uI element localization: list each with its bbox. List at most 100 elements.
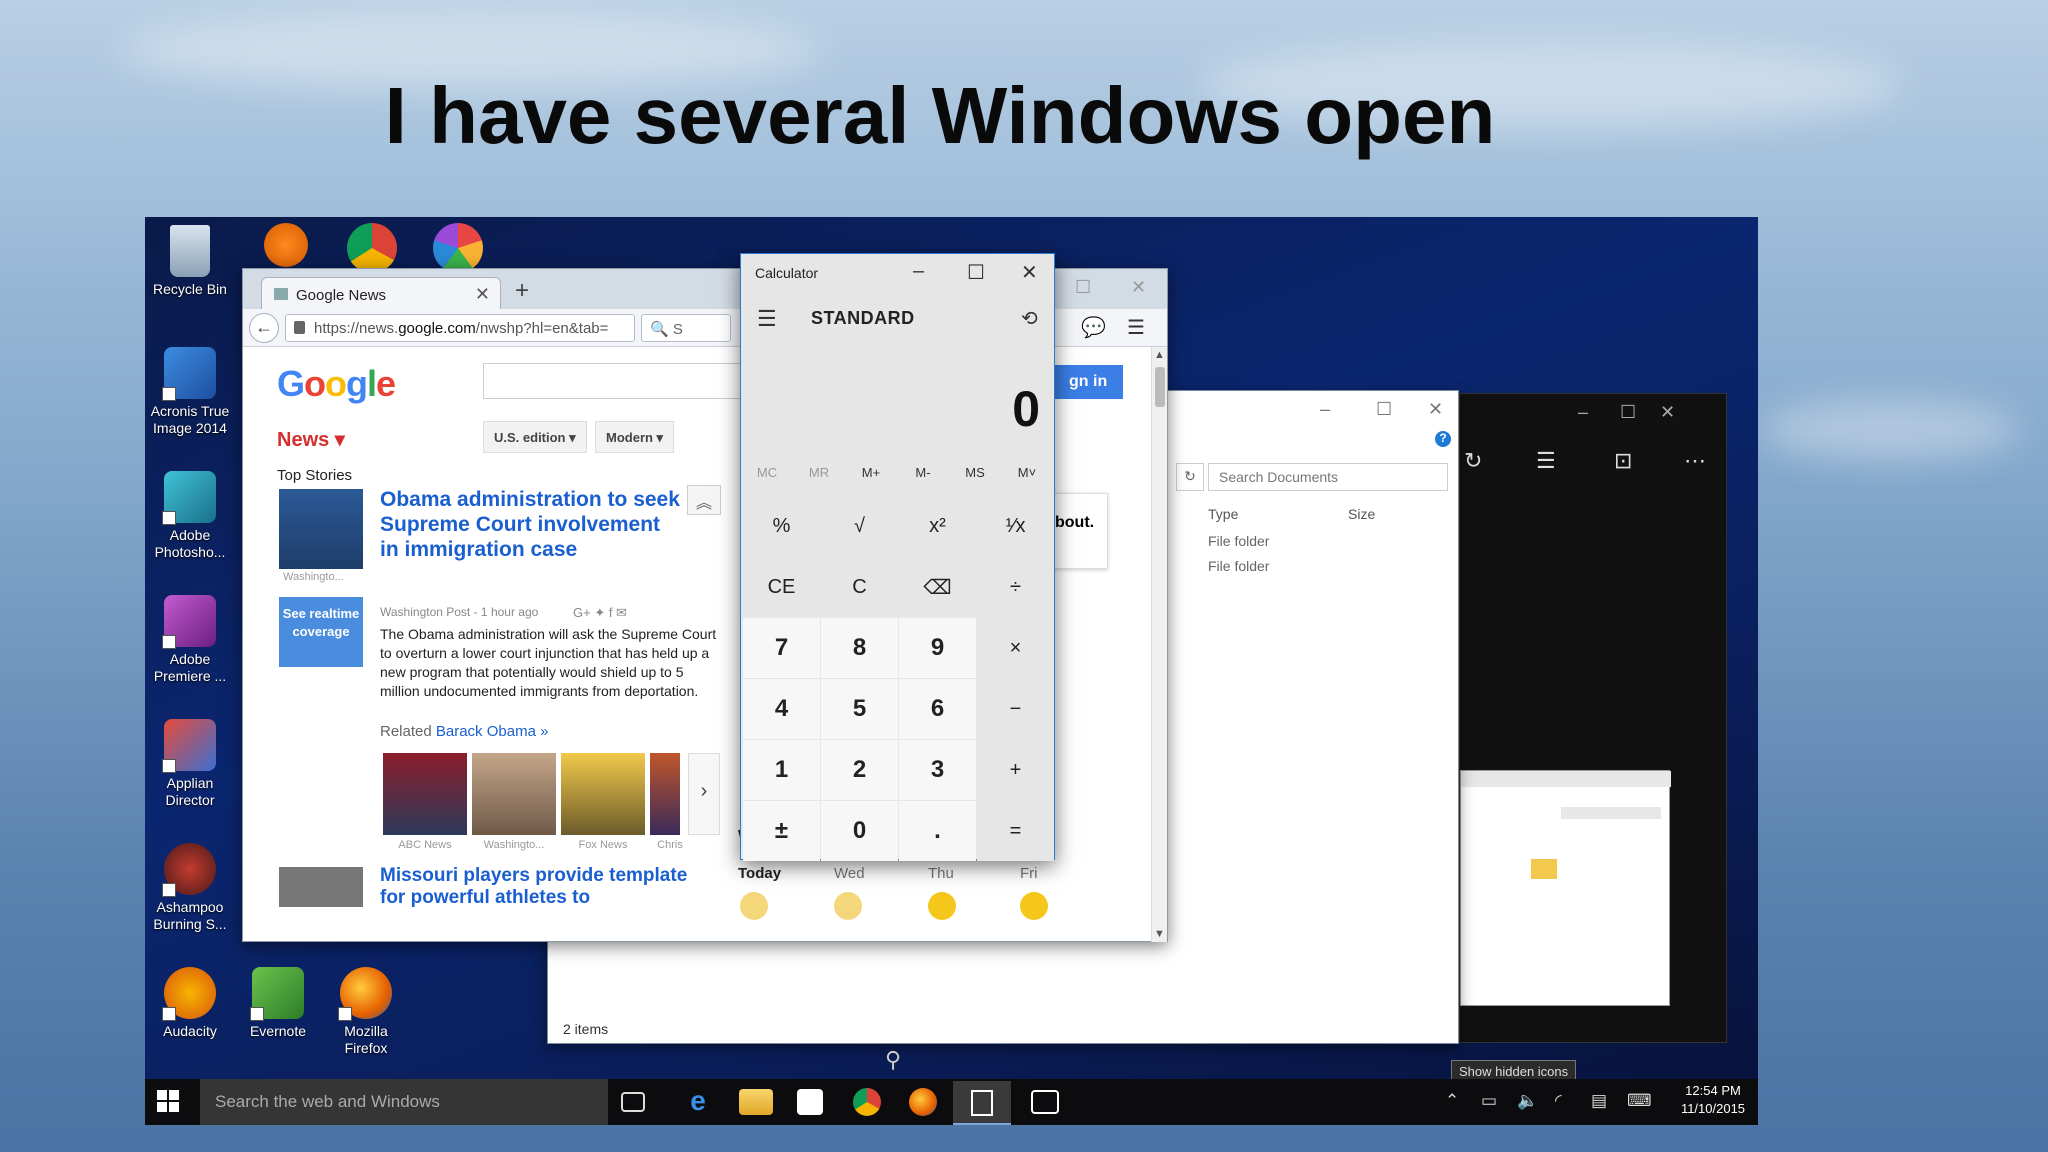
desktop-icon-photoshop[interactable]: Adobe Photosho... (145, 471, 235, 561)
view-dropdown[interactable]: Modern ▾ (595, 421, 675, 453)
system-clock[interactable]: 12:54 PM 11/10/2015 (1674, 1082, 1752, 1118)
reciprocal-button[interactable]: ¹⁄x (977, 496, 1054, 556)
memory-clear-button[interactable]: MC (741, 465, 793, 480)
thumbnail[interactable]: ABC News (383, 753, 467, 851)
sqrt-button[interactable]: √ (821, 496, 898, 556)
google-logo[interactable]: Google (277, 363, 396, 405)
story-headline[interactable]: Missouri players provide template for po… (380, 865, 700, 909)
menu-icon[interactable]: ☰ (1127, 315, 1145, 340)
digit-2-button[interactable]: 2 (821, 740, 898, 800)
divide-button[interactable]: ÷ (977, 557, 1054, 617)
equals-button[interactable]: = (977, 801, 1054, 861)
tab-google-news[interactable]: Google News ✕ (261, 277, 501, 309)
memory-add-button[interactable]: M+ (845, 465, 897, 480)
taskbar-search-input[interactable]: Search the web and Windows (200, 1079, 608, 1125)
digit-4-button[interactable]: 4 (743, 679, 820, 739)
subtract-button[interactable]: − (977, 679, 1054, 739)
maximize-icon[interactable]: ☐ (1376, 399, 1392, 420)
thumbnail[interactable]: Chris (650, 753, 683, 851)
desktop-icon-ashampoo[interactable]: Ashampoo Burning S... (145, 843, 235, 933)
share-icons[interactable]: G+ ✦ f ✉ (573, 605, 627, 621)
task-view-icon[interactable] (621, 1092, 645, 1112)
desktop-icon-acronis[interactable]: Acronis True Image 2014 (145, 347, 235, 437)
user-icon[interactable]: ⚲ (885, 1047, 901, 1073)
minimize-icon[interactable]: – (1578, 402, 1588, 423)
multiply-button[interactable]: × (977, 618, 1054, 678)
desktop-icon-evernote[interactable]: Evernote (233, 967, 323, 1040)
memory-store-button[interactable]: MS (949, 465, 1001, 480)
desktop-icon-firefox[interactable]: Mozilla Firefox (321, 967, 411, 1057)
hamburger-menu-icon[interactable]: ☰ (757, 306, 777, 332)
percent-button[interactable]: % (743, 496, 820, 556)
url-bar[interactable]: https://news.google.com/nwshp?hl=en&tab= (285, 314, 635, 342)
thumbnail[interactable]: Fox News (561, 753, 645, 851)
memory-list-button[interactable]: M˅ (1001, 465, 1053, 480)
digit-9-button[interactable]: 9 (899, 618, 976, 678)
file-row-type[interactable]: File folder (1208, 558, 1269, 574)
story-headline[interactable]: Obama administration to seek Supreme Cou… (380, 487, 680, 562)
collapse-icon[interactable]: ︽ (687, 485, 721, 515)
photos-window[interactable]: – ☐ ✕ ↻ ☰ ⊡ ⋯ (1459, 393, 1727, 1043)
scroll-up-icon[interactable]: ▲ (1154, 349, 1165, 361)
search-documents-input[interactable]: Search Documents (1208, 463, 1448, 491)
story-image[interactable] (279, 867, 363, 907)
memory-recall-button[interactable]: MR (793, 465, 845, 480)
column-header-type[interactable]: Type (1208, 506, 1238, 522)
back-button[interactable]: ← (249, 313, 279, 343)
scrollbar[interactable]: ▲ ▼ (1151, 347, 1167, 942)
scroll-thumb[interactable] (1155, 367, 1165, 407)
thumbnail[interactable]: Washingto... (472, 753, 556, 851)
digit-6-button[interactable]: 6 (899, 679, 976, 739)
column-header-size[interactable]: Size (1348, 506, 1375, 522)
wifi-icon[interactable]: ◜ (1555, 1091, 1562, 1111)
volume-icon[interactable]: 🔈 (1517, 1091, 1538, 1111)
digit-5-button[interactable]: 5 (821, 679, 898, 739)
maximize-icon[interactable]: ☐ (967, 260, 985, 285)
desktop-icon-recycle-bin[interactable]: Recycle Bin (145, 225, 235, 298)
digit-0-button[interactable]: 0 (821, 801, 898, 861)
see-realtime-coverage-button[interactable]: See realtime coverage (279, 597, 363, 667)
close-icon[interactable]: ✕ (1428, 399, 1443, 420)
firefox-icon[interactable] (909, 1088, 937, 1116)
edition-dropdown[interactable]: U.S. edition ▾ (483, 421, 587, 453)
store-icon[interactable] (797, 1089, 823, 1115)
refresh-icon[interactable]: ↻ (1464, 448, 1482, 474)
file-row-type[interactable]: File folder (1208, 533, 1269, 549)
more-icon[interactable]: ⋯ (1684, 448, 1706, 474)
keyboard-icon[interactable]: ⌨ (1627, 1091, 1652, 1111)
digit-8-button[interactable]: 8 (821, 618, 898, 678)
clear-entry-button[interactable]: CE (743, 557, 820, 617)
history-icon[interactable]: ⟲ (1021, 306, 1038, 331)
story-image[interactable]: Washingto... (279, 489, 363, 583)
desktop-icon-applian[interactable]: Applian Director (145, 719, 235, 809)
close-icon[interactable]: ✕ (1131, 277, 1146, 298)
decimal-button[interactable]: . (899, 801, 976, 861)
backspace-button[interactable]: ⌫ (899, 557, 976, 617)
memory-subtract-button[interactable]: M- (897, 465, 949, 480)
chevron-right-icon[interactable]: › (688, 753, 720, 835)
related-link[interactable]: Barack Obama » (436, 723, 549, 740)
photos-icon[interactable] (1031, 1090, 1059, 1114)
import-icon[interactable]: ⊡ (1614, 448, 1632, 474)
maximize-icon[interactable]: ☐ (1620, 402, 1636, 423)
desktop-icon-avast[interactable] (241, 223, 331, 271)
clear-button[interactable]: C (821, 557, 898, 617)
sign-in-button[interactable]: gn in (1053, 365, 1123, 399)
edge-icon[interactable]: e (681, 1085, 715, 1119)
close-icon[interactable]: ✕ (1660, 402, 1675, 423)
close-tab-icon[interactable]: ✕ (475, 284, 490, 305)
close-icon[interactable]: ✕ (1021, 260, 1038, 285)
digit-1-button[interactable]: 1 (743, 740, 820, 800)
chevron-up-icon[interactable]: ⌃ (1445, 1091, 1459, 1111)
minimize-icon[interactable]: – (1320, 399, 1330, 420)
file-explorer-icon[interactable] (739, 1089, 773, 1115)
help-icon[interactable]: ? (1435, 431, 1451, 447)
digit-7-button[interactable]: 7 (743, 618, 820, 678)
desktop-icon-premiere[interactable]: Adobe Premiere ... (145, 595, 235, 685)
maximize-icon[interactable]: ☐ (1075, 277, 1091, 298)
square-button[interactable]: x² (899, 496, 976, 556)
negate-button[interactable]: ± (743, 801, 820, 861)
desktop-icon-audacity[interactable]: Audacity (145, 967, 235, 1040)
add-button[interactable]: + (977, 740, 1054, 800)
scroll-down-icon[interactable]: ▼ (1154, 928, 1165, 940)
